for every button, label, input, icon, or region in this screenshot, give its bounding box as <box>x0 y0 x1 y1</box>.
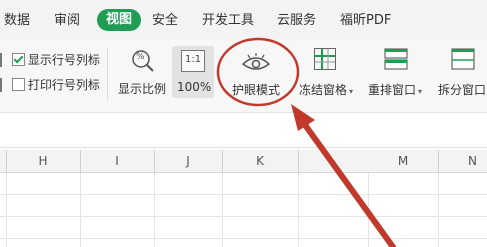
annotation-overlay <box>216 37 396 247</box>
annotation-arrow-shaft <box>297 115 396 247</box>
annotation-arrow-head <box>291 104 315 131</box>
annotation-circle <box>216 37 300 107</box>
